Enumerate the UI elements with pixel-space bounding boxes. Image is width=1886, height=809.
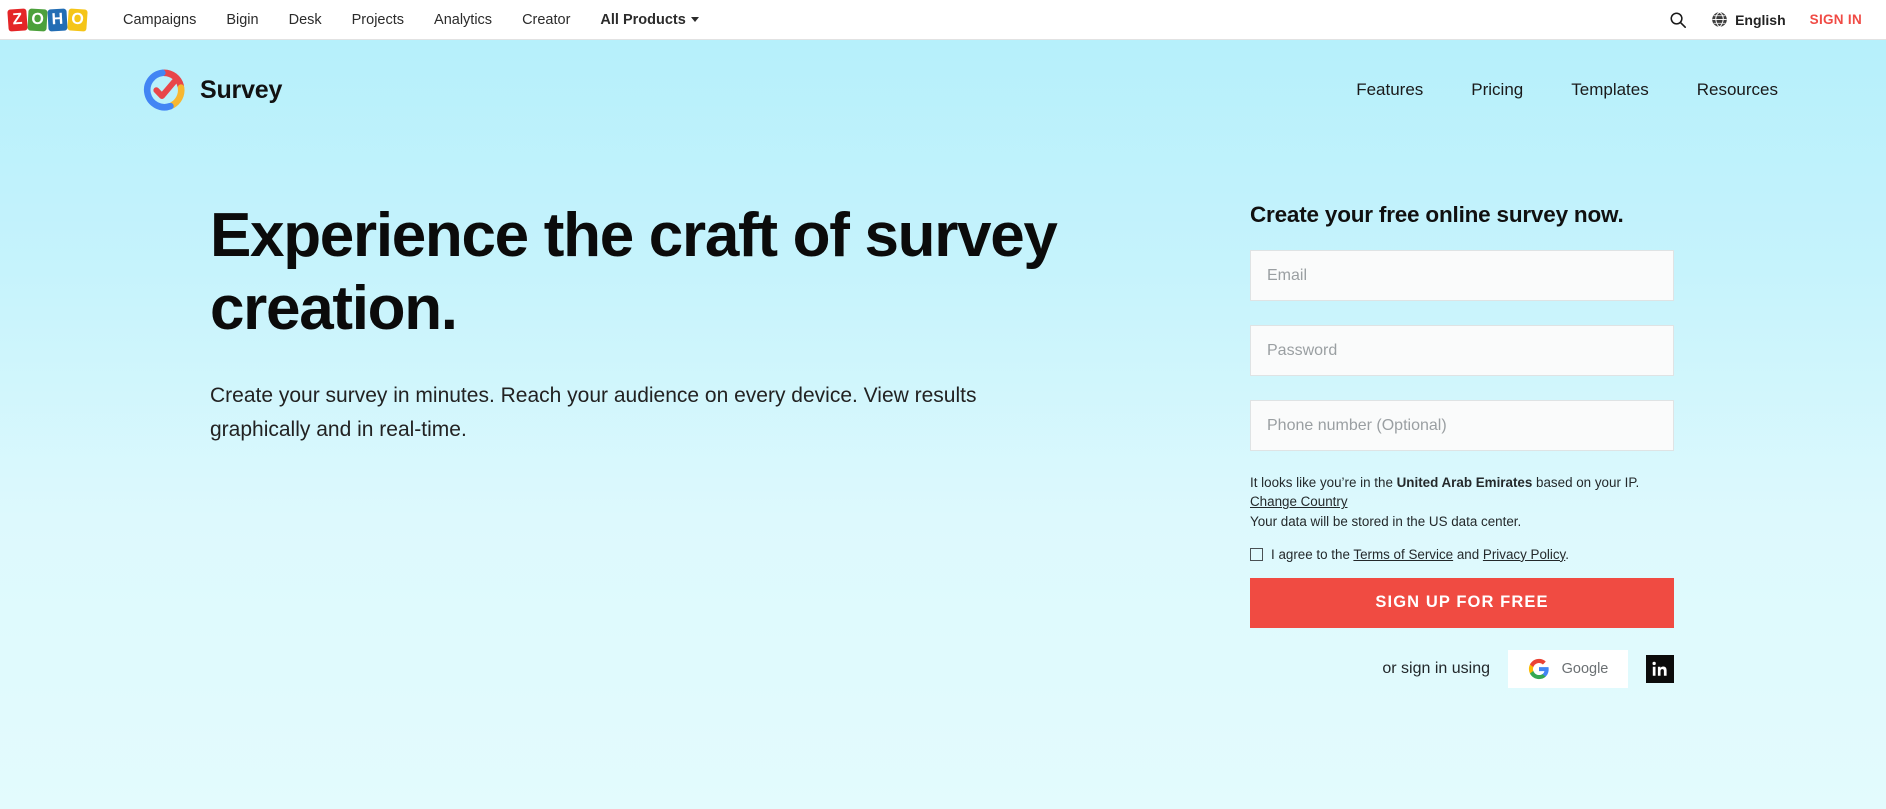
hero-copy: Experience the craft of survey creation.…: [210, 200, 1140, 688]
zoho-logo-tile-h: H: [47, 8, 68, 31]
language-label: English: [1735, 11, 1786, 28]
chevron-down-icon: [690, 17, 699, 22]
terms-conjunction: and: [1453, 546, 1483, 562]
hero-section: Survey Features Pricing Templates Resour…: [0, 40, 1886, 809]
zoho-product-nav: Campaigns Bigin Desk Projects Analytics …: [123, 12, 1669, 28]
ip-note-suffix: based on your IP.: [1532, 475, 1640, 490]
sign-up-for-free-button[interactable]: SIGN UP FOR FREE: [1250, 577, 1674, 628]
google-signin-button[interactable]: Google: [1508, 649, 1628, 688]
zoho-nav-projects[interactable]: Projects: [352, 12, 404, 28]
ip-note-prefix: It looks like you’re in the: [1250, 475, 1397, 490]
terms-suffix: .: [1565, 546, 1569, 562]
hero-subtitle: Create your survey in minutes. Reach you…: [210, 384, 977, 442]
email-field[interactable]: Email: [1250, 250, 1674, 301]
zoho-logo[interactable]: Z O H O: [7, 7, 88, 32]
page-title: Experience the craft of survey creation.: [210, 201, 1058, 343]
zoho-nav-all-products[interactable]: All Products: [600, 11, 699, 28]
linkedin-icon: [1652, 661, 1667, 676]
survey-site-header: Survey Features Pricing Templates Resour…: [0, 40, 1886, 112]
social-signin-label: or sign in using: [1382, 659, 1490, 677]
phone-field-placeholder: Phone number (Optional): [1267, 416, 1447, 434]
terms-agreement-row[interactable]: I agree to the Terms of Service and Priv…: [1250, 547, 1680, 562]
terms-text: I agree to the Terms of Service and Priv…: [1271, 547, 1569, 562]
zoho-nav-desk[interactable]: Desk: [289, 12, 322, 28]
social-signin-row: or sign in using Google: [1250, 649, 1674, 688]
survey-nav-pricing[interactable]: Pricing: [1471, 80, 1523, 100]
zoho-nav-analytics[interactable]: Analytics: [434, 12, 492, 28]
ip-location-note: It looks like you’re in the United Arab …: [1250, 473, 1650, 512]
terms-checkbox[interactable]: [1250, 547, 1263, 561]
language-selector[interactable]: English: [1711, 11, 1786, 28]
survey-brand[interactable]: Survey: [142, 68, 282, 112]
survey-main-nav: Features Pricing Templates Resources: [1356, 80, 1830, 100]
password-field-placeholder: Password: [1267, 341, 1338, 359]
email-field-placeholder: Email: [1267, 266, 1308, 284]
password-field[interactable]: Password: [1250, 325, 1674, 376]
linkedin-signin-button[interactable]: [1646, 654, 1674, 683]
terms-of-service-link[interactable]: Terms of Service: [1353, 547, 1453, 562]
zoho-logo-tile-z: Z: [7, 7, 28, 32]
sign-in-link[interactable]: SIGN IN: [1810, 12, 1862, 27]
zoho-logo-tile-o1: O: [27, 8, 48, 31]
phone-field[interactable]: Phone number (Optional): [1250, 400, 1674, 451]
hero-body: Experience the craft of survey creation.…: [0, 112, 1886, 688]
zoho-nav-campaigns[interactable]: Campaigns: [123, 12, 196, 28]
survey-nav-features[interactable]: Features: [1356, 80, 1423, 100]
signup-heading: Create your free online survey now.: [1250, 202, 1624, 227]
globe-icon: [1712, 11, 1727, 28]
survey-nav-resources[interactable]: Resources: [1697, 80, 1778, 100]
all-products-label: All Products: [600, 11, 686, 28]
survey-check-circle-icon: [143, 69, 185, 111]
terms-prefix: I agree to the: [1271, 546, 1354, 562]
zoho-bar-right: English SIGN IN: [1669, 11, 1862, 29]
zoho-global-bar: Z O H O Campaigns Bigin Desk Projects An…: [0, 0, 1886, 40]
change-country-link[interactable]: Change Country: [1250, 494, 1348, 509]
zoho-nav-bigin[interactable]: Bigin: [226, 12, 258, 28]
search-icon[interactable]: [1669, 11, 1687, 29]
ip-note-country: United Arab Emirates: [1396, 475, 1533, 490]
survey-brand-name: Survey: [200, 75, 283, 104]
signup-form: Create your free online survey now. Emai…: [1250, 200, 1680, 688]
zoho-logo-tile-o2: O: [67, 7, 88, 32]
google-g-icon: [1528, 658, 1549, 679]
zoho-nav-creator[interactable]: Creator: [522, 12, 570, 28]
google-signin-label: Google: [1561, 660, 1609, 677]
privacy-policy-link[interactable]: Privacy Policy: [1483, 547, 1565, 562]
datacenter-note: Your data will be stored in the US data …: [1250, 513, 1522, 529]
survey-nav-templates[interactable]: Templates: [1571, 80, 1648, 100]
